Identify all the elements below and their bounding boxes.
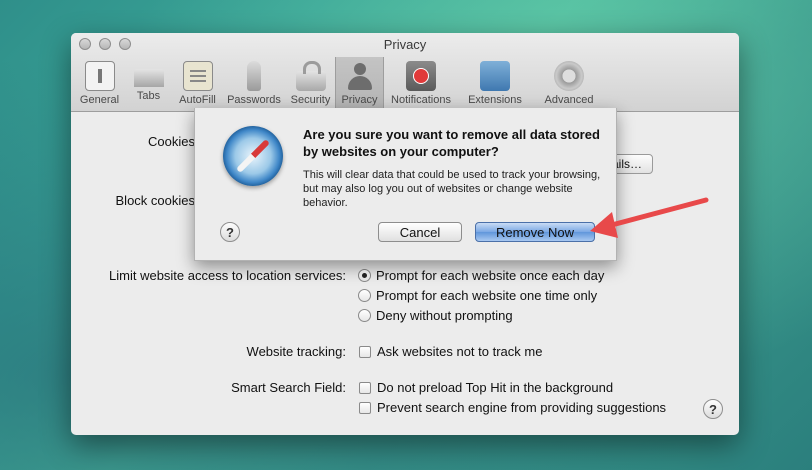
annotation-arrow	[590, 197, 709, 238]
arrow-shaft	[605, 197, 709, 229]
arrow-head	[590, 212, 618, 238]
